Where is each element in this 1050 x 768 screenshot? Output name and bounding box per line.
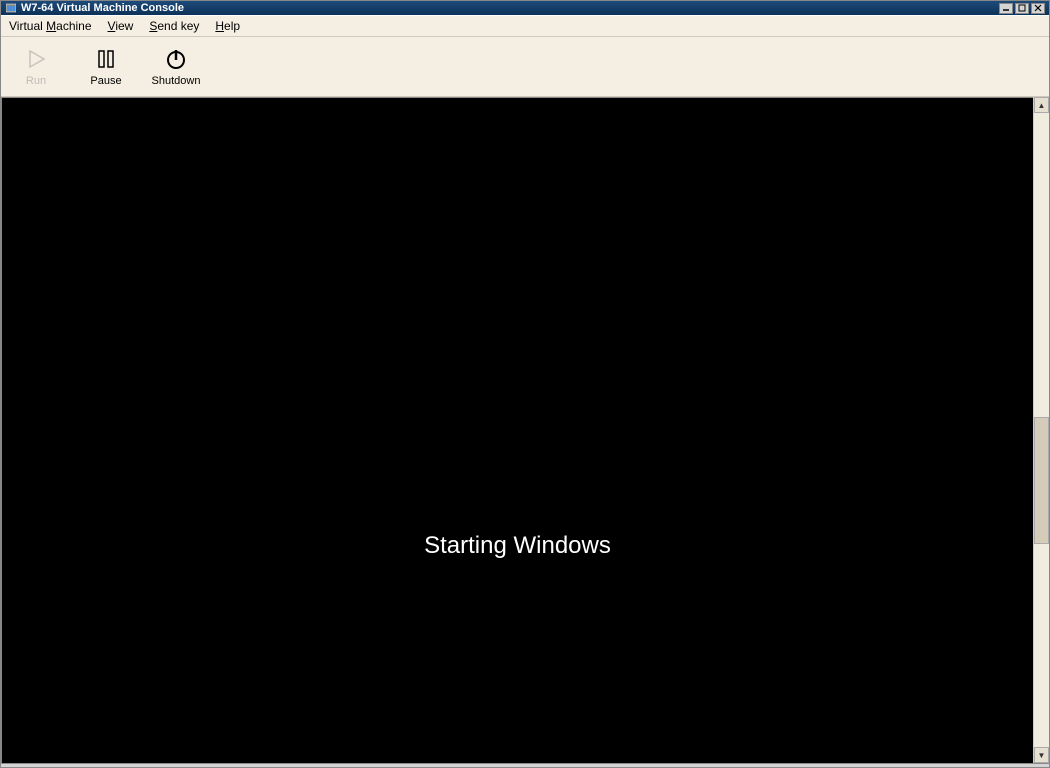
app-icon bbox=[5, 2, 17, 14]
scroll-down-arrow[interactable]: ▼ bbox=[1034, 747, 1049, 763]
menu-virtual-machine[interactable]: Virtual Machine bbox=[9, 19, 92, 33]
content-area: Starting Windows ▲ ▼ bbox=[1, 97, 1049, 763]
shutdown-button[interactable]: Shutdown bbox=[151, 47, 201, 87]
menu-send-key[interactable]: Send key bbox=[149, 19, 199, 33]
menu-view[interactable]: View bbox=[108, 19, 134, 33]
close-button[interactable] bbox=[1031, 3, 1045, 14]
play-icon bbox=[24, 47, 48, 71]
boot-message: Starting Windows bbox=[424, 532, 611, 560]
pause-button[interactable]: Pause bbox=[81, 47, 131, 87]
pause-label: Pause bbox=[90, 75, 121, 87]
maximize-button[interactable] bbox=[1015, 3, 1029, 14]
menu-bar: Virtual Machine View Send key Help bbox=[1, 15, 1049, 37]
app-window: W7-64 Virtual Machine Console Virtual Ma… bbox=[0, 0, 1050, 768]
run-label: Run bbox=[26, 75, 46, 87]
window-title: W7-64 Virtual Machine Console bbox=[21, 2, 999, 14]
scrollbar-track[interactable] bbox=[1034, 113, 1049, 747]
shutdown-label: Shutdown bbox=[152, 75, 201, 87]
vertical-scrollbar[interactable]: ▲ ▼ bbox=[1033, 97, 1049, 763]
menu-help[interactable]: Help bbox=[215, 19, 240, 33]
toolbar: Run Pause Shutdown bbox=[1, 37, 1049, 97]
vm-display[interactable]: Starting Windows bbox=[1, 97, 1033, 763]
scroll-up-arrow[interactable]: ▲ bbox=[1034, 97, 1049, 113]
power-icon bbox=[164, 47, 188, 71]
status-bar bbox=[1, 763, 1049, 767]
window-controls bbox=[999, 3, 1045, 14]
minimize-button[interactable] bbox=[999, 3, 1013, 14]
run-button: Run bbox=[11, 47, 61, 87]
title-bar[interactable]: W7-64 Virtual Machine Console bbox=[1, 1, 1049, 15]
scrollbar-thumb[interactable] bbox=[1034, 417, 1049, 544]
pause-icon bbox=[94, 47, 118, 71]
